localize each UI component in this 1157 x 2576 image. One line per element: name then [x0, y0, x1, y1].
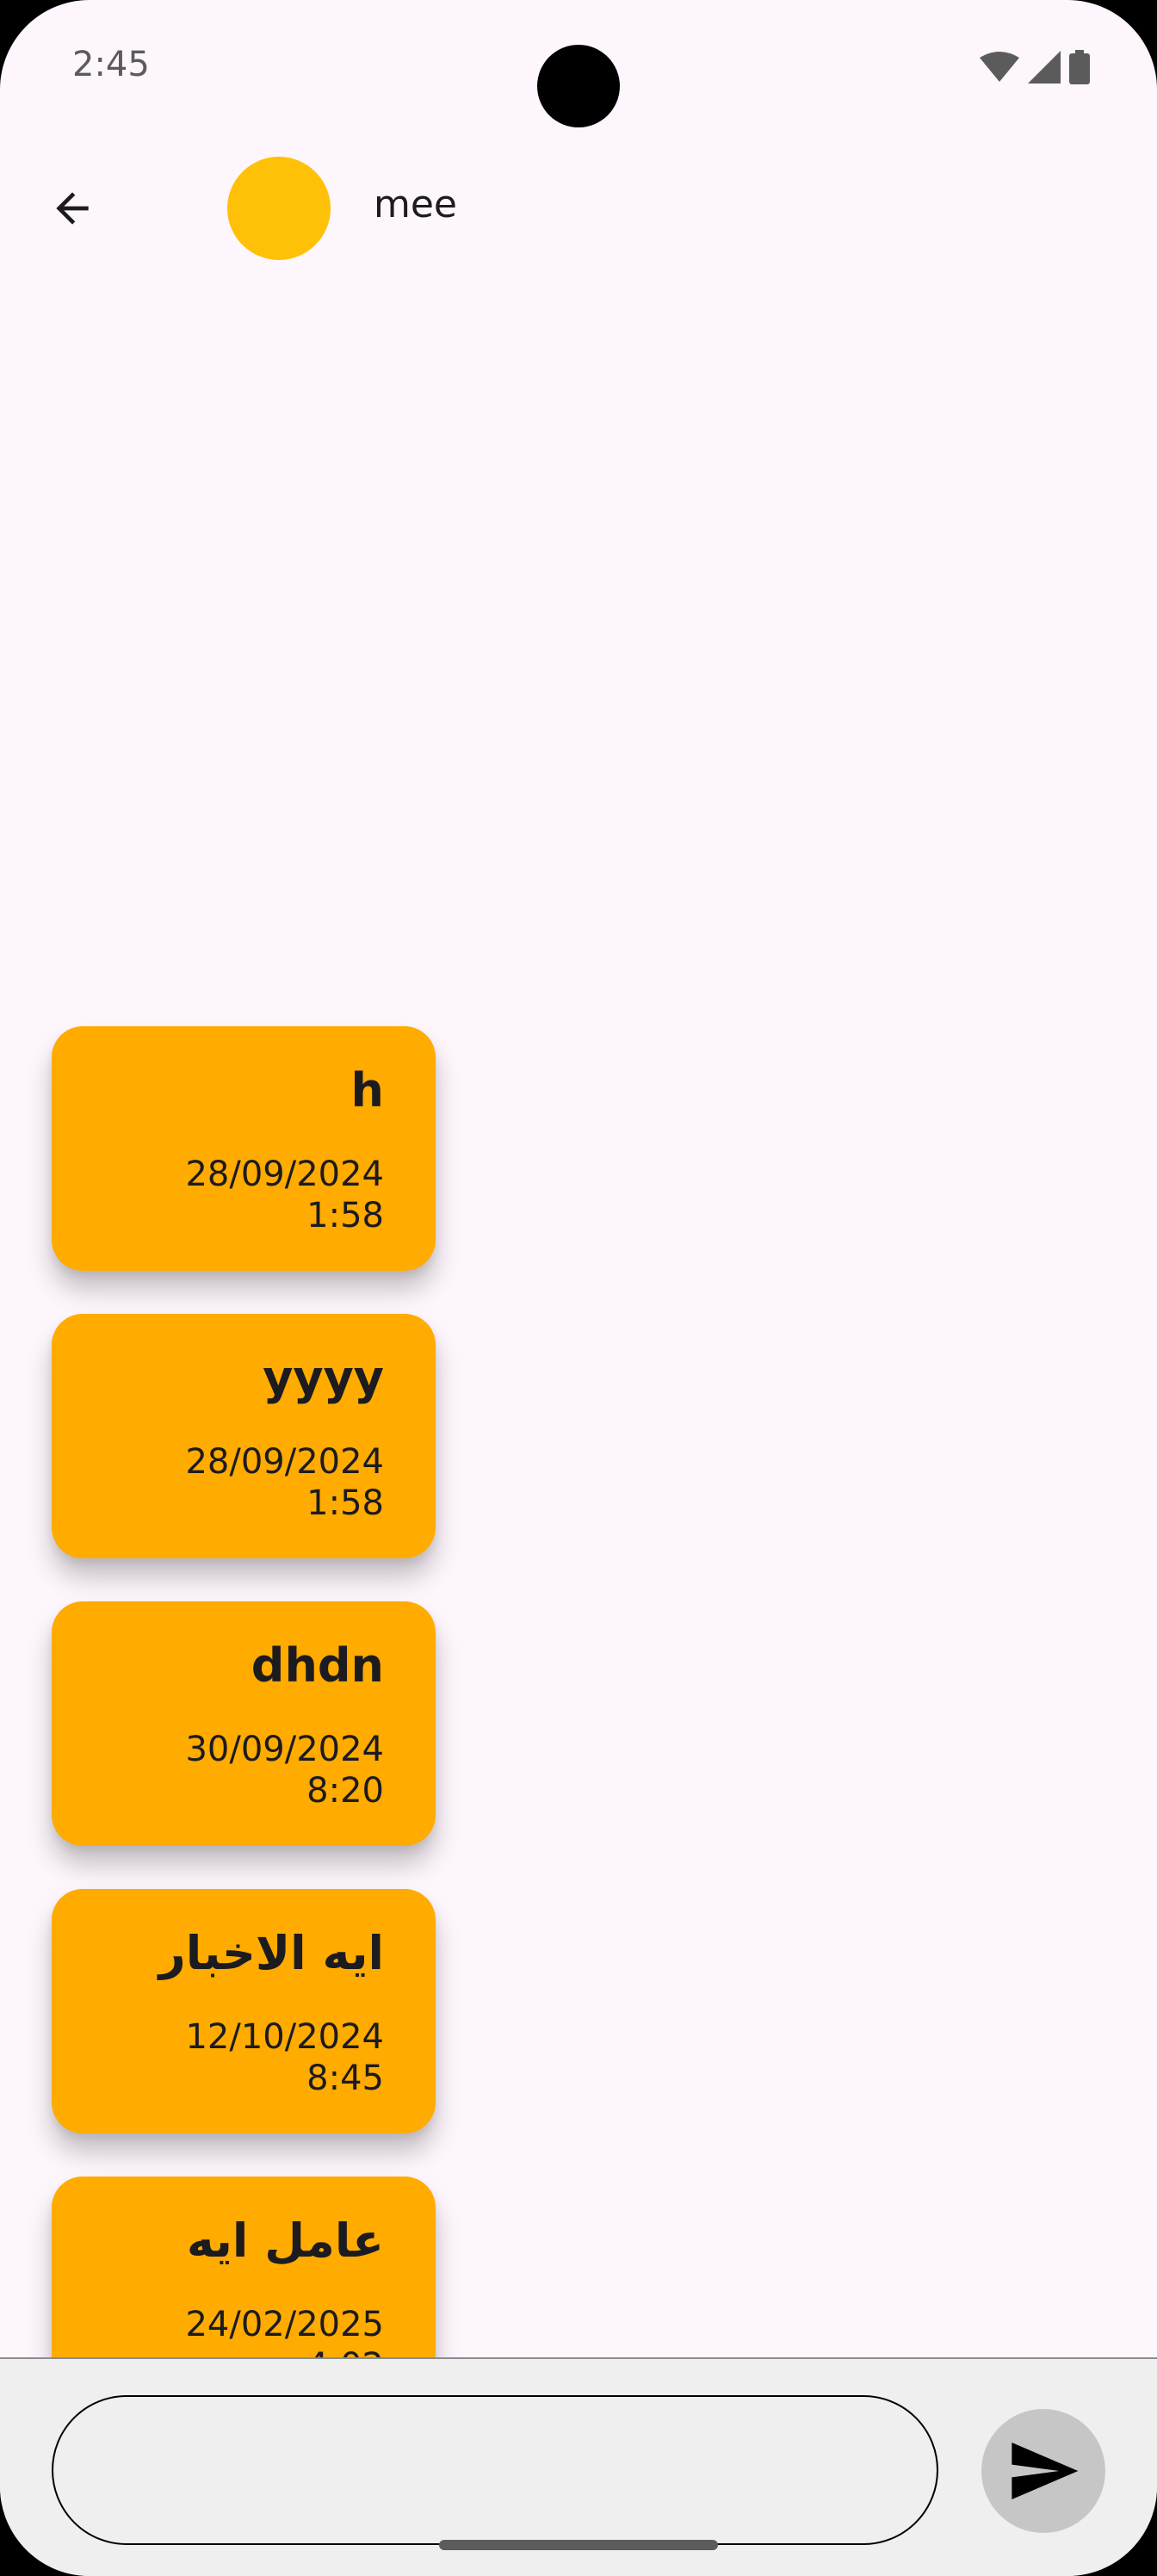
- message-timestamp: 30/09/2024 8:20: [185, 1730, 384, 1811]
- chat-screen: 2:45 mee h 28/09/2024 1:58 yyyy 28/09/20…: [0, 0, 1157, 2576]
- message-list: h 28/09/2024 1:58 yyyy 28/09/2024 1:58 d…: [52, 1026, 436, 2421]
- wifi-icon: [980, 52, 1019, 82]
- message-bubble[interactable]: yyyy 28/09/2024 1:58: [52, 1314, 436, 1558]
- send-icon: [1012, 2443, 1079, 2499]
- message-text: dhdn: [251, 1638, 384, 1693]
- status-icons: [980, 50, 1090, 84]
- signal-icon: [1028, 51, 1061, 84]
- message-text: yyyy: [263, 1351, 384, 1405]
- send-button[interactable]: [981, 2409, 1105, 2533]
- message-bubble[interactable]: h 28/09/2024 1:58: [52, 1026, 436, 1271]
- camera-cutout: [537, 45, 620, 127]
- battery-icon: [1069, 50, 1090, 84]
- message-input[interactable]: [52, 2395, 938, 2545]
- arrow-back-icon: [56, 192, 89, 225]
- message-text: h: [350, 1063, 384, 1118]
- message-text: ايه الاخبار: [158, 1926, 384, 1980]
- status-time: 2:45: [72, 45, 150, 84]
- message-bubble[interactable]: dhdn 30/09/2024 8:20: [52, 1601, 436, 1846]
- contact-name: mee: [374, 183, 458, 226]
- message-bubble[interactable]: ايه الاخبار 12/10/2024 8:45: [52, 1889, 436, 2133]
- message-timestamp: 12/10/2024 8:45: [185, 2017, 384, 2098]
- message-timestamp: 28/09/2024 1:58: [185, 1442, 384, 1523]
- back-button[interactable]: [38, 172, 107, 245]
- home-indicator[interactable]: [439, 2540, 718, 2550]
- avatar[interactable]: [227, 157, 331, 260]
- message-text: عامل ايه: [186, 2214, 384, 2268]
- message-timestamp: 28/09/2024 1:58: [185, 1155, 384, 1235]
